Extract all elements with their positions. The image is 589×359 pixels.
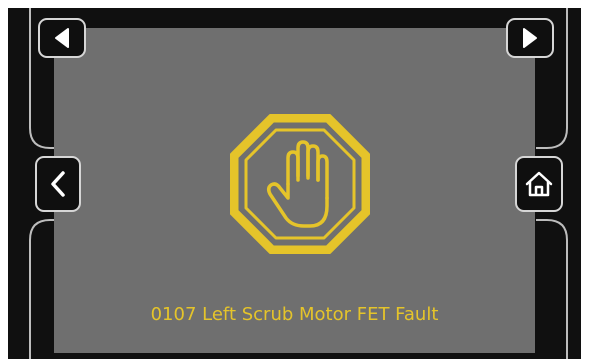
stop-hand-icon [230, 114, 370, 254]
chevron-left-icon [51, 171, 65, 197]
previous-button[interactable] [38, 18, 86, 58]
back-button[interactable] [35, 156, 81, 212]
home-icon [525, 171, 553, 197]
home-button[interactable] [515, 156, 563, 212]
fault-message: 0107 Left Scrub Motor FET Fault [150, 304, 439, 325]
triangle-right-icon [523, 28, 537, 48]
device-bezel: 0107 Left Scrub Motor FET Fault [8, 8, 581, 359]
next-button[interactable] [506, 18, 554, 58]
triangle-left-icon [55, 28, 69, 48]
